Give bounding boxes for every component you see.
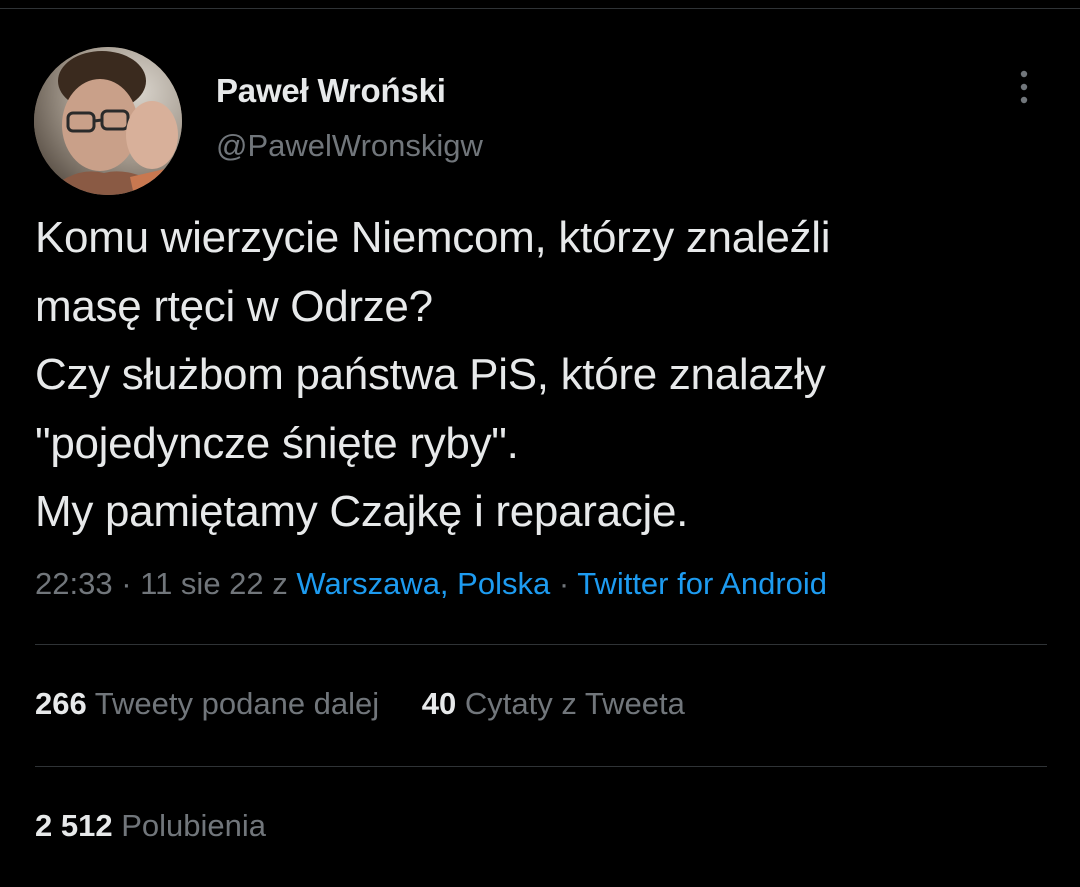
more-vertical-icon bbox=[1020, 70, 1028, 104]
engagement-stats-row: 266 Tweety podane dalej 40 Cytaty z Twee… bbox=[35, 686, 719, 722]
tweet-text-line: masę rtęci w Odrze? bbox=[35, 281, 433, 331]
meta-separator: · bbox=[550, 566, 578, 601]
top-divider bbox=[0, 8, 1080, 9]
tweet-text: Komu wierzycie Niemcom, którzy znaleźli … bbox=[35, 204, 1055, 547]
likes-stats-row: 2 512 Polubienia bbox=[35, 808, 300, 844]
meta-from: z bbox=[263, 566, 297, 601]
quotes-count: 40 bbox=[421, 686, 457, 721]
divider bbox=[35, 766, 1047, 767]
avatar[interactable] bbox=[34, 47, 182, 195]
tweet-text-line: Komu wierzycie Niemcom, którzy znaleźli bbox=[35, 213, 831, 262]
tweet-text-line: Czy służbom państwa PiS, które znalazły bbox=[35, 350, 826, 399]
more-options-button[interactable] bbox=[1004, 66, 1044, 110]
likes-label: Polubienia bbox=[121, 808, 266, 843]
quotes-label: Cytaty z Tweeta bbox=[464, 686, 685, 721]
author-display-name[interactable]: Paweł Wroński bbox=[216, 72, 446, 110]
tweet-text-line: My pamiętamy Czajkę i reparacje. bbox=[35, 487, 689, 536]
source-link[interactable]: Twitter for Android bbox=[577, 566, 827, 601]
tweet-text-line: "pojedyncze śnięte ryby". bbox=[35, 418, 519, 468]
retweets-label: Tweety podane dalej bbox=[94, 686, 380, 721]
quotes-stat[interactable]: 40 Cytaty z Tweeta bbox=[422, 686, 685, 721]
tweet-date[interactable]: 11 sie 22 bbox=[140, 566, 264, 601]
retweets-stat[interactable]: 266 Tweety podane dalej bbox=[35, 686, 379, 721]
tweet-time[interactable]: 22:33 bbox=[35, 566, 113, 601]
retweets-count: 266 bbox=[35, 686, 87, 721]
tweet-metadata: 22:33 · 11 sie 22 z Warszawa, Polska · T… bbox=[35, 566, 827, 602]
likes-count: 2 512 bbox=[35, 808, 113, 843]
likes-stat[interactable]: 2 512 Polubienia bbox=[35, 808, 266, 843]
profile-photo-icon bbox=[34, 47, 182, 195]
divider bbox=[35, 644, 1047, 645]
meta-separator: · bbox=[112, 566, 141, 601]
author-handle[interactable]: @PawelWronskigw bbox=[216, 128, 483, 164]
location-link[interactable]: Warszawa, Polska bbox=[296, 566, 550, 601]
